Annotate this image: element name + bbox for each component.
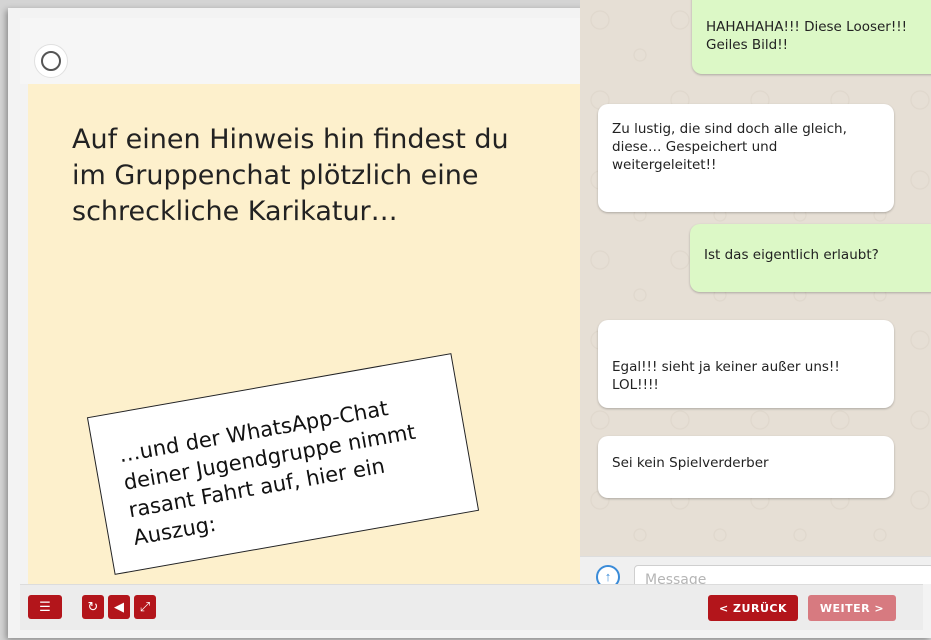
fullscreen-icon: ⤢ [139, 599, 151, 615]
message-input[interactable]: Message [634, 565, 931, 584]
chat-message-incoming: Zu lustig, die sind doch alle gleich, di… [598, 104, 894, 212]
chat-message-incoming: Egal!!! sieht ja keiner außer uns!! LOL!… [598, 320, 894, 408]
chat-message-outgoing: HAHAHAHA!!! Diese Looser!!! Geiles Bild!… [692, 0, 931, 74]
note-card: …und der WhatsApp-Chat deiner Jugendgrup… [86, 353, 480, 575]
fullscreen-button[interactable]: ⤢ [134, 595, 156, 619]
list-icon: ☰ [39, 599, 51, 615]
chat-message-outgoing: Ist das eigentlich erlaubt? [690, 224, 931, 292]
chat-message-incoming: Sei kein Spielverderber [598, 436, 894, 498]
menu-button[interactable]: ☰ [28, 595, 62, 619]
slide-headline: Auf einen Hinweis hin findest du im Grup… [72, 124, 509, 227]
volume-button[interactable]: ◀ [108, 595, 130, 619]
next-button[interactable]: WEITER > [808, 595, 896, 621]
organization-logo [34, 44, 68, 78]
back-button[interactable]: < ZURÜCK [708, 595, 798, 621]
chat-panel[interactable]: HAHAHAHA!!! Diese Looser!!! Geiles Bild!… [580, 0, 931, 584]
slide-content: Auf einen Hinweis hin findest du im Grup… [28, 84, 580, 584]
replay-button[interactable]: ↻ [82, 595, 104, 619]
message-composer: ↑ Message [580, 556, 931, 584]
replay-icon: ↻ [87, 599, 99, 615]
volume-icon: ◀ [114, 599, 124, 615]
upload-icon[interactable]: ↑ [596, 565, 620, 584]
slide-header [20, 18, 580, 84]
note-text: …und der WhatsApp-Chat deiner Jugendgrup… [116, 396, 418, 550]
logo-emblem [41, 51, 61, 71]
player-controls: ☰ ↻ ◀ ⤢ < ZURÜCK WEITER > [20, 584, 923, 630]
